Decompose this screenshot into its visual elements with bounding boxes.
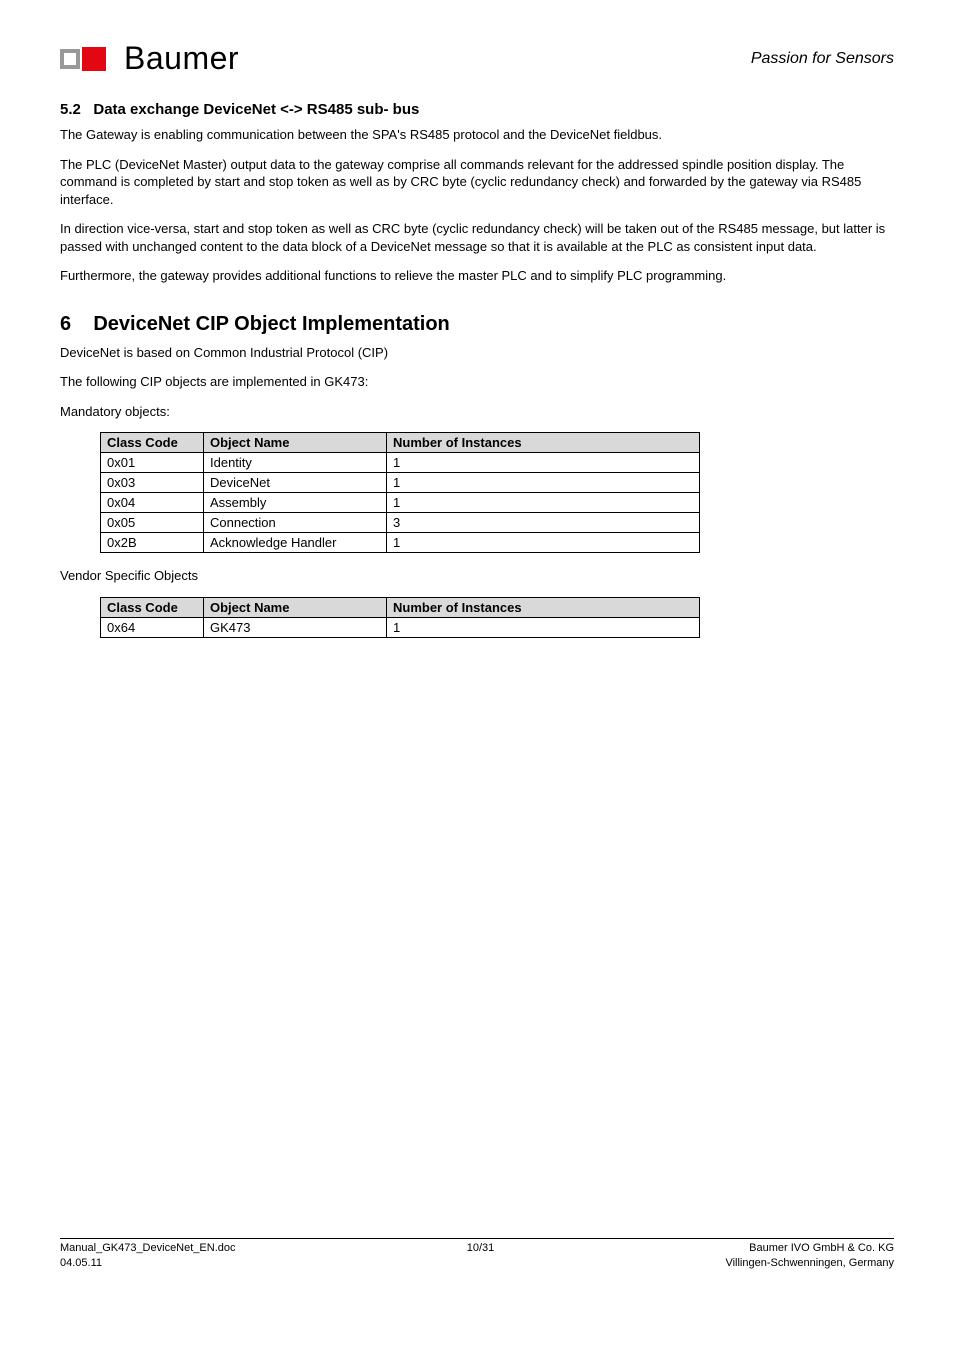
cell-instances: 3	[387, 513, 700, 533]
table-row: 0x05 Connection 3	[101, 513, 700, 533]
col-object-name: Object Name	[204, 598, 387, 618]
col-class-code: Class Code	[101, 598, 204, 618]
cell-code: 0x2B	[101, 533, 204, 553]
footer-center: 10/31	[467, 1241, 495, 1270]
section-5-2-heading: 5.2 Data exchange DeviceNet <-> RS485 su…	[60, 101, 894, 118]
cell-name: GK473	[204, 618, 387, 638]
section-6-intro-1: DeviceNet is based on Common Industrial …	[60, 344, 894, 362]
section-5-2-title: Data exchange DeviceNet <-> RS485 sub- b…	[93, 101, 419, 118]
cell-instances: 1	[387, 493, 700, 513]
table-row: 0x04 Assembly 1	[101, 493, 700, 513]
cell-instances: 1	[387, 618, 700, 638]
table-row: 0x2B Acknowledge Handler 1	[101, 533, 700, 553]
cell-name: DeviceNet	[204, 473, 387, 493]
cell-instances: 1	[387, 453, 700, 473]
page-footer: Manual_GK473_DeviceNet_EN.doc 04.05.11 1…	[60, 1238, 894, 1270]
footer-doc-name: Manual_GK473_DeviceNet_EN.doc	[60, 1241, 236, 1255]
footer-right: Baumer IVO GmbH & Co. KG Villingen-Schwe…	[725, 1241, 894, 1270]
cell-code: 0x04	[101, 493, 204, 513]
section-5-2-para-4: Furthermore, the gateway provides additi…	[60, 267, 894, 285]
section-6-title: DeviceNet CIP Object Implementation	[93, 313, 449, 335]
cell-code: 0x64	[101, 618, 204, 638]
col-object-name: Object Name	[204, 433, 387, 453]
mandatory-objects-table: Class Code Object Name Number of Instanc…	[100, 432, 700, 553]
section-6-intro-2: The following CIP objects are implemente…	[60, 373, 894, 391]
table-header-row: Class Code Object Name Number of Instanc…	[101, 433, 700, 453]
cell-instances: 1	[387, 473, 700, 493]
cell-code: 0x01	[101, 453, 204, 473]
vendor-objects-table: Class Code Object Name Number of Instanc…	[100, 597, 700, 638]
brand-name: Baumer	[124, 40, 239, 77]
footer-date: 04.05.11	[60, 1256, 236, 1270]
table-row: 0x01 Identity 1	[101, 453, 700, 473]
col-class-code: Class Code	[101, 433, 204, 453]
brand-logo: Baumer	[60, 40, 239, 77]
cell-name: Identity	[204, 453, 387, 473]
footer-company: Baumer IVO GmbH & Co. KG	[725, 1241, 894, 1255]
logo-squares-icon	[60, 45, 114, 73]
cell-code: 0x03	[101, 473, 204, 493]
cell-code: 0x05	[101, 513, 204, 533]
brand-tagline: Passion for Sensors	[751, 50, 894, 68]
table-row: 0x03 DeviceNet 1	[101, 473, 700, 493]
col-number-instances: Number of Instances	[387, 433, 700, 453]
mandatory-objects-label: Mandatory objects:	[60, 403, 894, 421]
table-row: 0x64 GK473 1	[101, 618, 700, 638]
col-number-instances: Number of Instances	[387, 598, 700, 618]
section-6-number: 6	[60, 313, 71, 335]
section-5-2-para-1: The Gateway is enabling communication be…	[60, 126, 894, 144]
cell-instances: 1	[387, 533, 700, 553]
page-header: Baumer Passion for Sensors	[60, 40, 894, 77]
section-6-heading: 6 DeviceNet CIP Object Implementation	[60, 313, 894, 336]
cell-name: Acknowledge Handler	[204, 533, 387, 553]
cell-name: Assembly	[204, 493, 387, 513]
vendor-objects-label: Vendor Specific Objects	[60, 567, 894, 585]
footer-left: Manual_GK473_DeviceNet_EN.doc 04.05.11	[60, 1241, 236, 1270]
footer-location: Villingen-Schwenningen, Germany	[725, 1256, 894, 1270]
section-5-2-number: 5.2	[60, 101, 81, 118]
section-5-2-para-3: In direction vice-versa, start and stop …	[60, 220, 894, 255]
footer-page-number: 10/31	[467, 1241, 495, 1255]
cell-name: Connection	[204, 513, 387, 533]
section-5-2-para-2: The PLC (DeviceNet Master) output data t…	[60, 156, 894, 209]
table-header-row: Class Code Object Name Number of Instanc…	[101, 598, 700, 618]
